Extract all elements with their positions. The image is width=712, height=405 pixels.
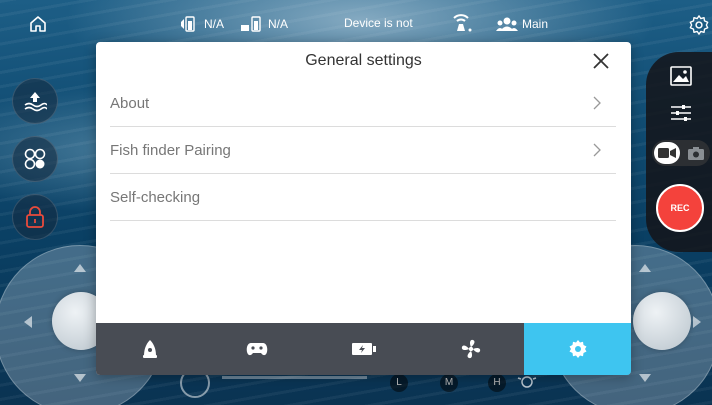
menu-item-label: Self-checking <box>110 188 201 206</box>
light-low-button[interactable]: L <box>390 374 408 392</box>
remote-battery-status: N/A <box>180 16 224 32</box>
status-bar: N/A N/A Device is not Main <box>0 0 712 42</box>
remote-battery-value: N/A <box>204 17 225 31</box>
users-icon <box>496 17 518 31</box>
dialog-title: General settings <box>305 52 422 69</box>
video-photo-toggle[interactable] <box>652 140 710 166</box>
close-icon[interactable] <box>590 50 612 72</box>
gear-icon <box>569 340 586 358</box>
device-status-text: Device is not <box>344 16 413 30</box>
menu-item-label: About <box>110 94 150 112</box>
lock-icon <box>26 206 44 228</box>
down-arrow-icon <box>639 374 651 382</box>
camera-icon <box>688 147 704 160</box>
sliders-icon[interactable] <box>670 104 692 122</box>
wifi-signal-icon <box>453 14 472 32</box>
device-status: Device is not <box>344 16 413 30</box>
record-button[interactable]: REC <box>656 184 704 232</box>
mode-select-button[interactable] <box>12 136 58 182</box>
battery-charging-icon <box>351 343 376 355</box>
settings-tabbar <box>96 323 631 375</box>
dialog-header: General settings <box>96 42 631 80</box>
tab-rov[interactable] <box>96 323 203 375</box>
left-arrow-icon <box>24 316 32 328</box>
ascend-button[interactable] <box>12 78 58 124</box>
settings-gear-icon[interactable] <box>688 14 710 36</box>
up-arrow-icon <box>639 264 651 272</box>
down-arrow-icon <box>74 374 86 382</box>
home-icon[interactable] <box>28 14 48 34</box>
menu-item-fish-finder-pairing[interactable]: Fish finder Pairing <box>110 127 616 174</box>
tab-battery[interactable] <box>310 323 417 375</box>
drone-battery-status: N/A <box>240 16 288 32</box>
general-settings-dialog: General settings About Fish finder Pairi… <box>96 42 631 375</box>
mode-status: Main <box>496 16 548 32</box>
menu-item-self-checking[interactable]: Self-checking <box>110 174 616 221</box>
light-medium-button[interactable]: M <box>440 374 458 392</box>
right-arrow-icon <box>693 316 701 328</box>
drone-battery-icon <box>241 16 261 32</box>
menu-item-label: Fish finder Pairing <box>110 141 231 159</box>
light-slider[interactable] <box>222 376 367 379</box>
record-label: REC <box>670 203 690 213</box>
tab-propeller[interactable] <box>417 323 524 375</box>
drone-battery-value: N/A <box>268 17 289 31</box>
remote-battery-icon <box>181 16 195 32</box>
lock-button[interactable] <box>12 194 58 240</box>
light-high-button[interactable]: H <box>488 374 506 392</box>
settings-menu: About Fish finder Pairing Self-checking <box>110 80 616 221</box>
tab-controller[interactable] <box>203 323 310 375</box>
menu-item-about[interactable]: About <box>110 80 616 127</box>
signal-status <box>448 12 474 34</box>
fan-icon <box>461 339 480 359</box>
gallery-icon[interactable] <box>670 66 692 86</box>
surface-icon <box>24 92 47 112</box>
chevron-right-icon <box>593 143 601 157</box>
circles-icon <box>24 148 46 170</box>
tab-general-settings[interactable] <box>524 323 631 375</box>
rov-icon <box>142 340 157 358</box>
video-icon <box>658 148 676 158</box>
chevron-right-icon <box>593 96 601 110</box>
gamepad-icon <box>246 343 267 356</box>
mode-value: Main <box>522 17 549 31</box>
up-arrow-icon <box>74 264 86 272</box>
right-joystick-knob[interactable] <box>633 292 691 350</box>
